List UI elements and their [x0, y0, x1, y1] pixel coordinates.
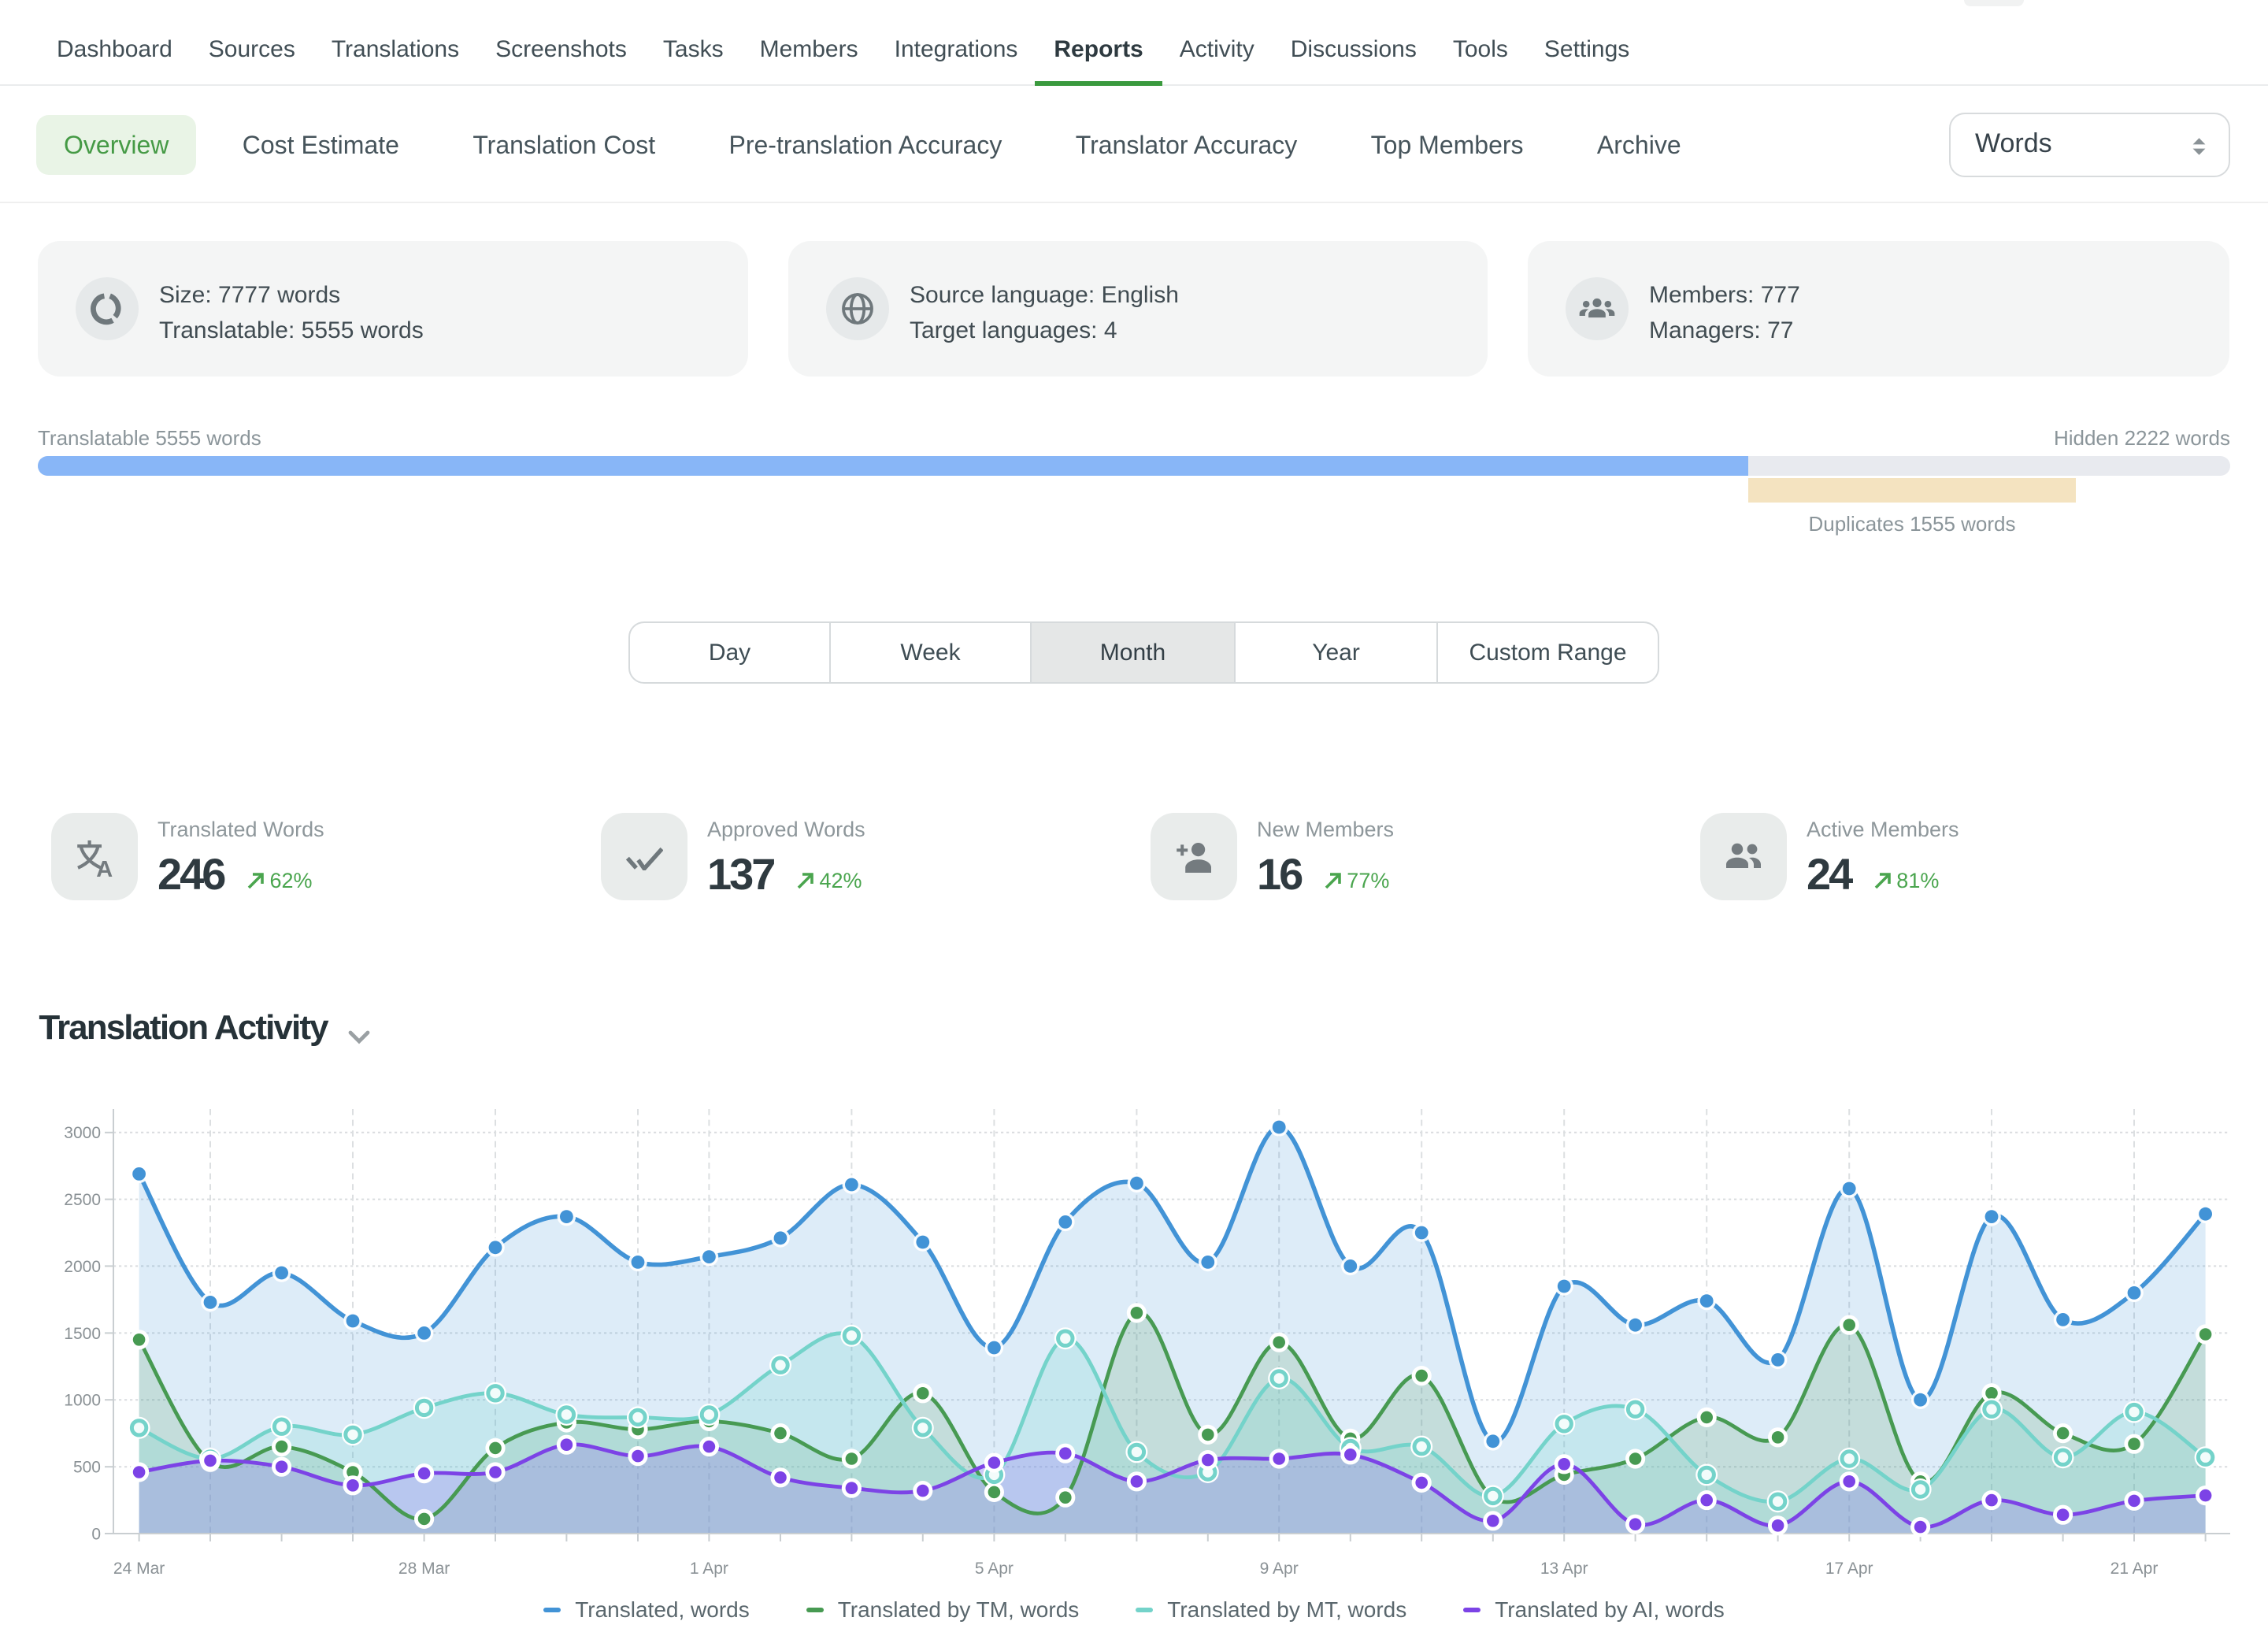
svg-text:9 Apr: 9 Apr [1260, 1560, 1299, 1578]
svg-text:1000: 1000 [64, 1392, 101, 1410]
svg-text:24 Mar: 24 Mar [113, 1560, 165, 1578]
svg-text:21 Apr: 21 Apr [2110, 1560, 2159, 1578]
svg-text:1500: 1500 [64, 1325, 101, 1343]
svg-text:13 Apr: 13 Apr [1540, 1560, 1588, 1578]
svg-text:5 Apr: 5 Apr [975, 1560, 1014, 1578]
svg-text:3000: 3000 [64, 1124, 101, 1142]
svg-text:0: 0 [91, 1525, 101, 1543]
svg-text:2500: 2500 [64, 1191, 101, 1209]
svg-text:28 Mar: 28 Mar [398, 1560, 450, 1578]
svg-text:A: A [96, 857, 113, 878]
svg-text:17 Apr: 17 Apr [1825, 1560, 1873, 1578]
svg-text:1 Apr: 1 Apr [690, 1560, 728, 1578]
svg-text:2000: 2000 [64, 1258, 101, 1276]
svg-text:500: 500 [73, 1459, 101, 1477]
